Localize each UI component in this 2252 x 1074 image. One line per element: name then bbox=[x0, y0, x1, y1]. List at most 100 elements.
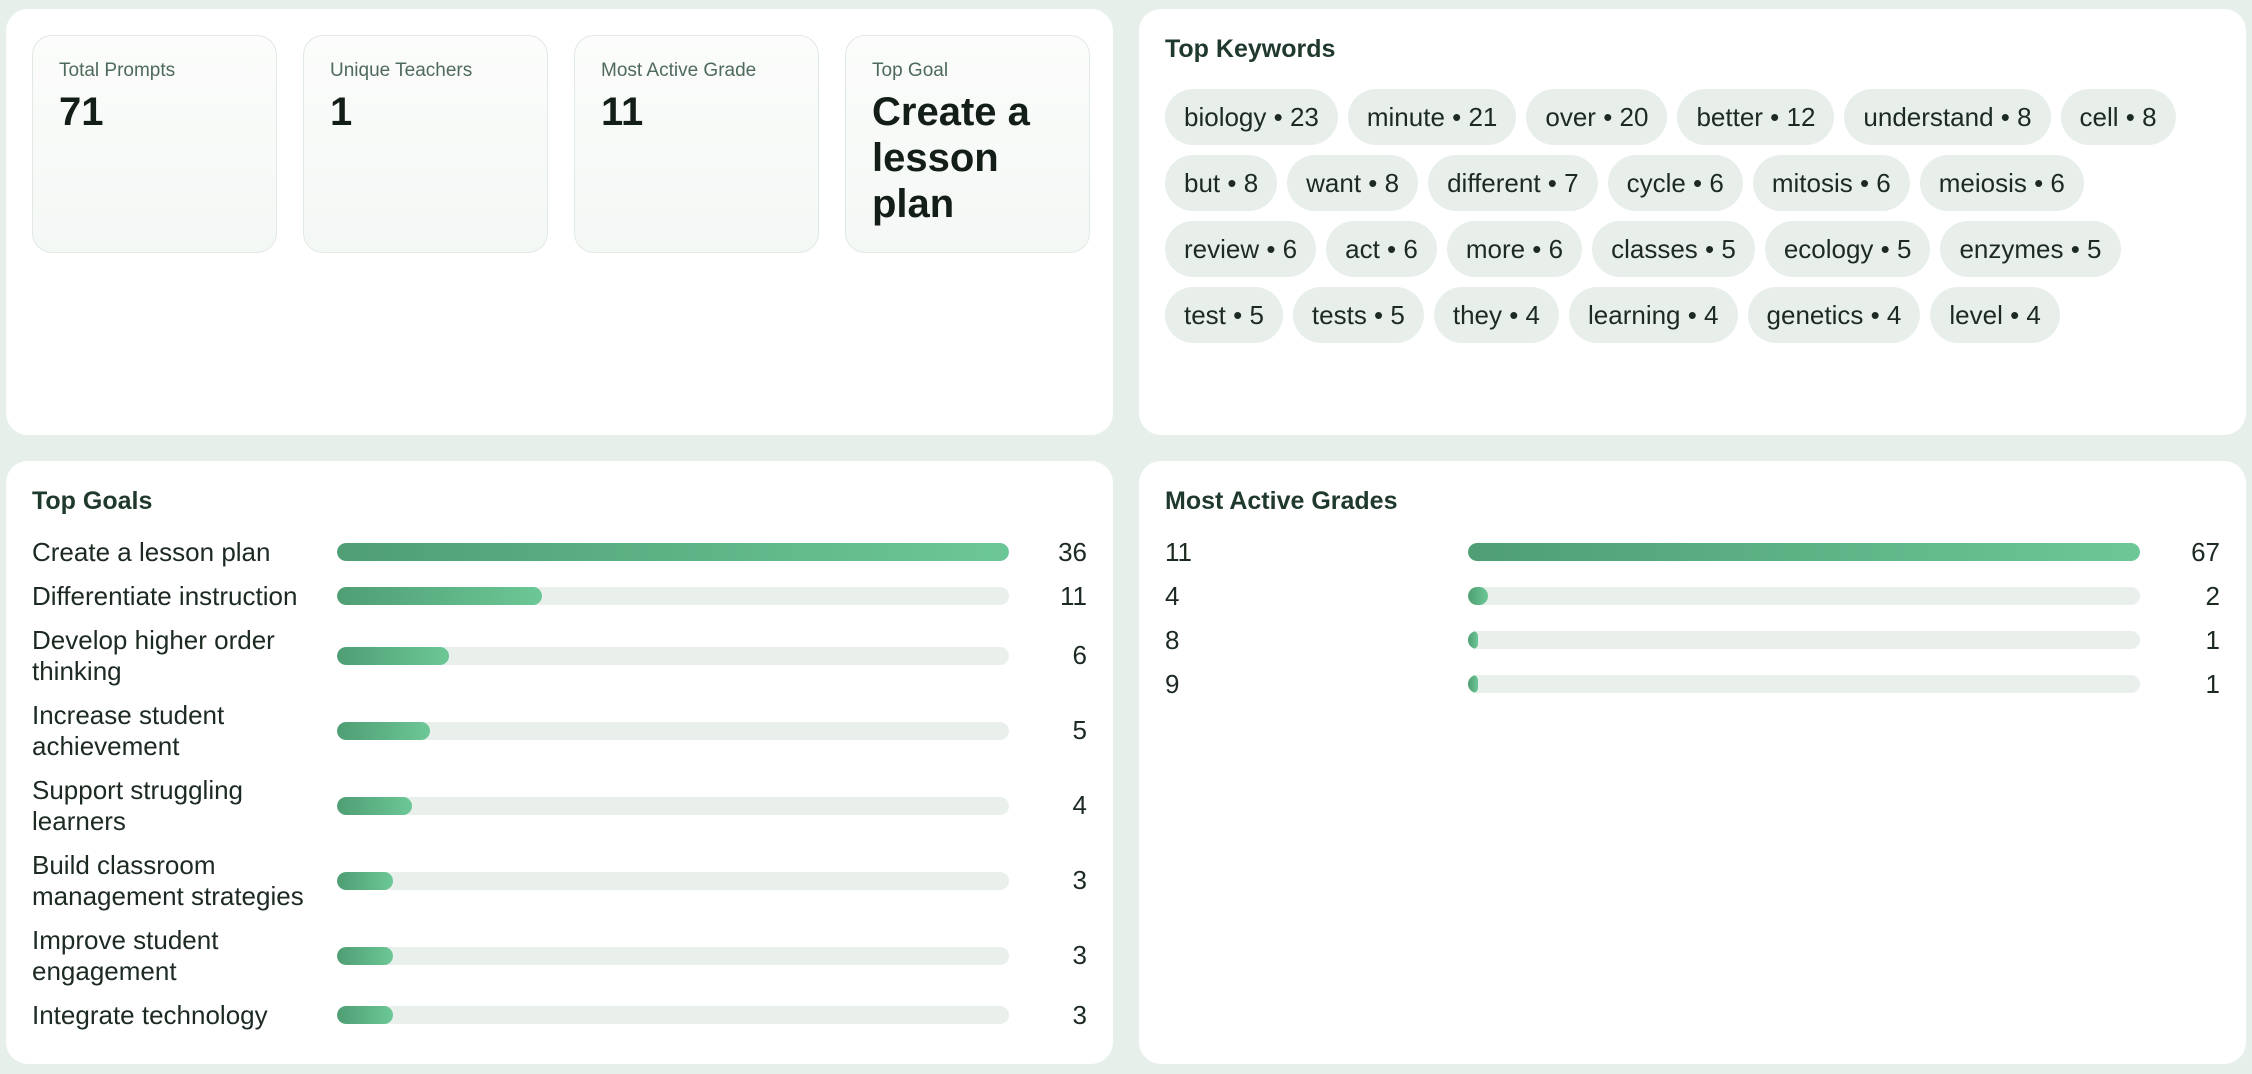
bar-row: 42 bbox=[1165, 574, 2220, 618]
stat-card-top-goal: Top Goal Create a lesson plan bbox=[845, 35, 1090, 253]
keyword-chip: tests • 5 bbox=[1292, 287, 1424, 343]
bar-fill bbox=[337, 587, 543, 605]
keyword-chip: mitosis • 6 bbox=[1752, 155, 1910, 211]
panel-title: Most Active Grades bbox=[1165, 487, 1398, 515]
keyword-chip: meiosis • 6 bbox=[1919, 155, 2084, 211]
bar-count: 67 bbox=[2191, 536, 2220, 567]
bar-row: Develop higher order thinking 6 bbox=[32, 618, 1087, 693]
keyword-chip-list: biology • 23 minute • 21 over • 20 better •… bbox=[1165, 89, 2225, 343]
keyword-chip: more • 6 bbox=[1446, 221, 1583, 277]
stat-label: Top Goal bbox=[872, 60, 949, 81]
keyword-chip: review • 6 bbox=[1165, 221, 1317, 277]
stat-label: Unique Teachers bbox=[330, 60, 473, 81]
keyword-chip: better • 12 bbox=[1677, 89, 1835, 145]
bar-fill bbox=[337, 946, 393, 965]
bar-fill bbox=[337, 796, 412, 815]
stat-cards: Total Prompts 71 Unique Teachers 1 Most … bbox=[32, 35, 1090, 253]
bar-count: 1 bbox=[2205, 668, 2220, 699]
stat-card-most-active-grade: Most Active Grade 11 bbox=[574, 35, 819, 253]
bar-track bbox=[337, 871, 1009, 890]
bar-fill bbox=[337, 721, 431, 740]
bar-row: 91 bbox=[1165, 662, 2220, 706]
bar-fill bbox=[1468, 587, 1489, 605]
grades-panel: Most Active Grades 11 67 4 2 8 1 9 1 bbox=[1139, 461, 2246, 1064]
keyword-chip: want • 8 bbox=[1287, 155, 1419, 211]
keyword-chip: act • 6 bbox=[1326, 221, 1437, 277]
stat-label: Total Prompts bbox=[59, 60, 176, 81]
keyword-chip: learning • 4 bbox=[1569, 287, 1738, 343]
keyword-chip: classes • 5 bbox=[1592, 221, 1755, 277]
bar-count: 1 bbox=[2205, 624, 2220, 655]
bar-label: Improve student engagement bbox=[32, 924, 219, 986]
bar-fill bbox=[337, 646, 449, 665]
bar-count: 11 bbox=[1060, 580, 1087, 611]
bar-track bbox=[1468, 587, 2140, 605]
stat-value: 71 bbox=[59, 90, 104, 134]
keywords-panel: Top Keywords biology • 23 minute • 21 over… bbox=[1139, 9, 2246, 435]
bar-count: 3 bbox=[1072, 865, 1087, 895]
keyword-chip: over • 20 bbox=[1526, 89, 1668, 145]
bar-row: 11 67 bbox=[1165, 530, 2220, 574]
bar-row: 81 bbox=[1165, 618, 2220, 662]
bar-label: Increase student achievement bbox=[32, 699, 225, 761]
bar-row: Differentiate instruction 11 bbox=[32, 574, 1087, 618]
bar-count: 3 bbox=[1072, 999, 1087, 1030]
bar-track bbox=[1468, 631, 2140, 649]
keyword-chip: but • 8 bbox=[1165, 155, 1278, 211]
bar-track bbox=[1468, 675, 2140, 693]
bar-fill bbox=[1468, 675, 1479, 693]
bar-count: 6 bbox=[1072, 640, 1087, 670]
bar-row: Increase student achievement 5 bbox=[32, 693, 1087, 768]
bar-track bbox=[337, 646, 1009, 665]
bar-label: Build classroom management strategies bbox=[32, 849, 304, 911]
stat-value: 1 bbox=[330, 90, 353, 134]
bar-row: Build classroom management strategies 3 bbox=[32, 843, 1087, 918]
bar-track bbox=[1468, 543, 2140, 561]
keyword-chip: cell • 8 bbox=[2060, 89, 2176, 145]
bar-count: 2 bbox=[2205, 580, 2220, 611]
bar-row: Create a lesson plan 36 bbox=[32, 530, 1087, 574]
bar-track bbox=[337, 1006, 1009, 1024]
bar-row: Integrate technology 3 bbox=[32, 993, 1087, 1037]
bar-track bbox=[337, 543, 1009, 561]
stats-panel: Total Prompts 71 Unique Teachers 1 Most … bbox=[6, 9, 1113, 435]
stat-label: Most Active Grade bbox=[601, 60, 757, 81]
stat-value: Create a lesson plan bbox=[872, 90, 1030, 226]
keyword-chip: enzymes • 5 bbox=[1940, 221, 2121, 277]
bar-label: 8 bbox=[1165, 624, 1180, 655]
keyword-chip: genetics • 4 bbox=[1747, 287, 1921, 343]
panel-title: Top Goals bbox=[32, 487, 153, 515]
bar-fill bbox=[337, 543, 1009, 561]
bar-label: Develop higher order thinking bbox=[32, 624, 275, 686]
bar-count: 4 bbox=[1072, 790, 1087, 820]
bar-fill bbox=[337, 871, 393, 890]
bar-count: 3 bbox=[1072, 940, 1087, 970]
stat-card-unique-teachers: Unique Teachers 1 bbox=[303, 35, 548, 253]
bar-label: Differentiate instruction bbox=[32, 580, 298, 611]
bar-label: Create a lesson plan bbox=[32, 536, 271, 567]
keyword-chip: they • 4 bbox=[1433, 287, 1559, 343]
keyword-chip: minute • 21 bbox=[1347, 89, 1517, 145]
bar-label: 4 bbox=[1165, 580, 1180, 611]
keyword-chip: biology • 23 bbox=[1165, 89, 1338, 145]
stat-card-total-prompts: Total Prompts 71 bbox=[32, 35, 277, 253]
bar-label: 9 bbox=[1165, 668, 1180, 699]
keyword-chip: test • 5 bbox=[1165, 287, 1283, 343]
bar-track bbox=[337, 946, 1009, 965]
bar-count: 5 bbox=[1072, 715, 1087, 745]
keyword-chip: different • 7 bbox=[1428, 155, 1598, 211]
bar-row: Improve student engagement 3 bbox=[32, 918, 1087, 993]
stat-value: 11 bbox=[601, 90, 644, 134]
bar-track bbox=[337, 796, 1009, 815]
panel-title: Top Keywords bbox=[1165, 35, 1336, 63]
goals-panel: Top Goals Create a lesson plan 36 Differen… bbox=[6, 461, 1113, 1064]
keyword-chip: understand • 8 bbox=[1844, 89, 2051, 145]
bar-row: Support struggling learners 4 bbox=[32, 768, 1087, 843]
bar-label: 11 bbox=[1165, 536, 1192, 567]
bar-label: Integrate technology bbox=[32, 999, 268, 1030]
keyword-chip: cycle • 6 bbox=[1607, 155, 1743, 211]
grade-bar-list: 11 67 4 2 8 1 9 1 bbox=[1165, 530, 2220, 706]
bar-track bbox=[337, 721, 1009, 740]
goal-bar-list: Create a lesson plan 36 Differentiate inst… bbox=[32, 530, 1087, 1037]
bar-fill bbox=[337, 1006, 393, 1024]
